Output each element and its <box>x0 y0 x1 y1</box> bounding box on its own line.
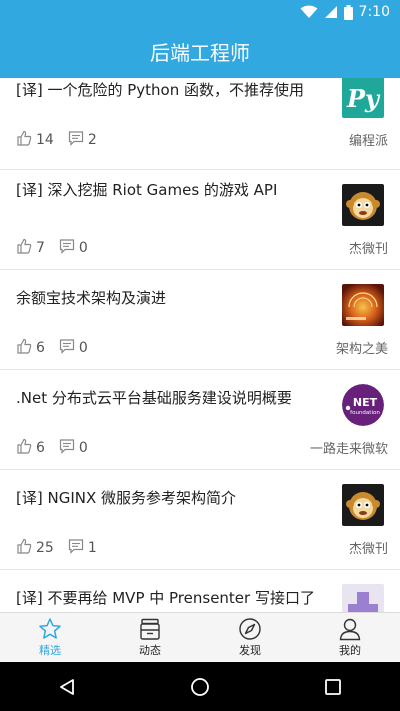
monkey-avatar <box>342 184 384 226</box>
article-source[interactable]: 编程派 <box>349 130 388 149</box>
list-item[interactable]: [译] NGINX 微服务参考架构简介 25 1 杰微刊 <box>0 470 400 570</box>
tab-activity[interactable]: 动态 <box>100 613 200 662</box>
recents-icon <box>325 678 342 695</box>
inbox-icon <box>140 618 160 640</box>
dotnet-logo-text: NET <box>353 396 378 409</box>
article-title[interactable]: [译] 一个危险的 Python 函数，不推荐使用 <box>16 80 328 100</box>
back-icon <box>59 678 74 695</box>
dotnet-logo-subtext: foundation <box>350 410 380 416</box>
list-item[interactable]: [译] 不要再给 MVP 中 Prensenter 写接口了 <box>0 570 400 612</box>
home-button[interactable] <box>170 667 230 707</box>
comment-count: 0 <box>78 440 88 456</box>
like-count: 6 <box>36 340 45 356</box>
comment-icon[interactable] <box>59 338 75 358</box>
thumbs-up-icon[interactable] <box>16 438 32 458</box>
article-title[interactable]: [译] NGINX 微服务参考架构简介 <box>16 488 328 508</box>
thumbs-up-icon[interactable] <box>16 338 32 358</box>
comment-count: 2 <box>87 132 97 148</box>
comment-icon[interactable] <box>59 238 75 258</box>
home-icon <box>191 677 209 696</box>
article-title[interactable]: [译] 深入挖掘 Riot Games 的游戏 API <box>16 180 328 200</box>
thumbs-up-icon[interactable] <box>16 130 32 150</box>
list-item[interactable]: [译] 一个危险的 Python 函数，不推荐使用 Py 14 2 编程派 <box>0 78 400 170</box>
article-title[interactable]: .Net 分布式云平台基础服务建设说明概要 <box>16 388 328 408</box>
tab-discover[interactable]: 发现 <box>200 613 300 662</box>
star-icon <box>39 618 61 639</box>
dotnet-foundation-logo: NET foundation <box>342 384 384 426</box>
tab-label: 发现 <box>239 644 261 657</box>
battery-icon <box>343 4 353 20</box>
app-bar: 后端工程师 <box>0 24 400 78</box>
comment-count: 0 <box>78 240 88 256</box>
purple-block-avatar <box>342 584 384 612</box>
comment-count: 1 <box>87 540 97 556</box>
tab-label: 动态 <box>139 644 161 657</box>
list-item[interactable]: .Net 分布式云平台基础服务建设说明概要 NET foundation 6 0 … <box>0 370 400 470</box>
article-title[interactable]: [译] 不要再给 MVP 中 Prensenter 写接口了 <box>16 588 328 608</box>
comment-icon[interactable] <box>59 438 75 458</box>
system-nav-bar <box>0 662 400 711</box>
compass-icon <box>239 618 261 640</box>
monkey-avatar <box>342 484 384 526</box>
article-source[interactable]: 架构之美 <box>336 338 388 357</box>
tab-label: 我的 <box>339 644 361 657</box>
article-title[interactable]: 余额宝技术架构及演进 <box>16 288 328 308</box>
article-list[interactable]: [译] 一个危险的 Python 函数，不推荐使用 Py 14 2 编程派 [译… <box>0 78 400 612</box>
list-item[interactable]: [译] 深入挖掘 Riot Games 的游戏 API 7 0 杰微刊 <box>0 170 400 270</box>
back-button[interactable] <box>37 667 97 707</box>
thumbs-up-icon[interactable] <box>16 238 32 258</box>
like-count: 6 <box>36 440 45 456</box>
tab-me[interactable]: 我的 <box>300 613 400 662</box>
like-count: 14 <box>36 132 54 148</box>
tab-label: 精选 <box>39 644 61 657</box>
page-title: 后端工程师 <box>150 40 250 65</box>
architecture-book-cover <box>342 284 384 326</box>
svg-text:Py: Py <box>346 84 381 113</box>
person-icon <box>339 618 361 641</box>
bottom-tab-bar: 精选 动态 发现 我的 <box>0 612 400 662</box>
like-count: 7 <box>36 240 45 256</box>
list-item[interactable]: 余额宝技术架构及演进 6 0 架构之美 <box>0 270 400 370</box>
tab-featured[interactable]: 精选 <box>0 613 100 662</box>
recents-button[interactable] <box>303 667 363 707</box>
python-logo: Py <box>342 78 384 118</box>
article-source[interactable]: 一路走来微软 <box>310 438 388 457</box>
signal-icon <box>324 6 337 18</box>
like-count: 25 <box>36 540 54 556</box>
comment-count: 0 <box>78 340 88 356</box>
comment-icon[interactable] <box>68 130 84 150</box>
thumbs-up-icon[interactable] <box>16 538 32 558</box>
article-source[interactable]: 杰微刊 <box>349 538 388 557</box>
comment-icon[interactable] <box>68 538 84 558</box>
article-source[interactable]: 杰微刊 <box>349 238 388 257</box>
wifi-icon <box>300 5 318 18</box>
status-bar: 7:10 <box>0 0 400 24</box>
status-time: 7:10 <box>358 4 390 20</box>
